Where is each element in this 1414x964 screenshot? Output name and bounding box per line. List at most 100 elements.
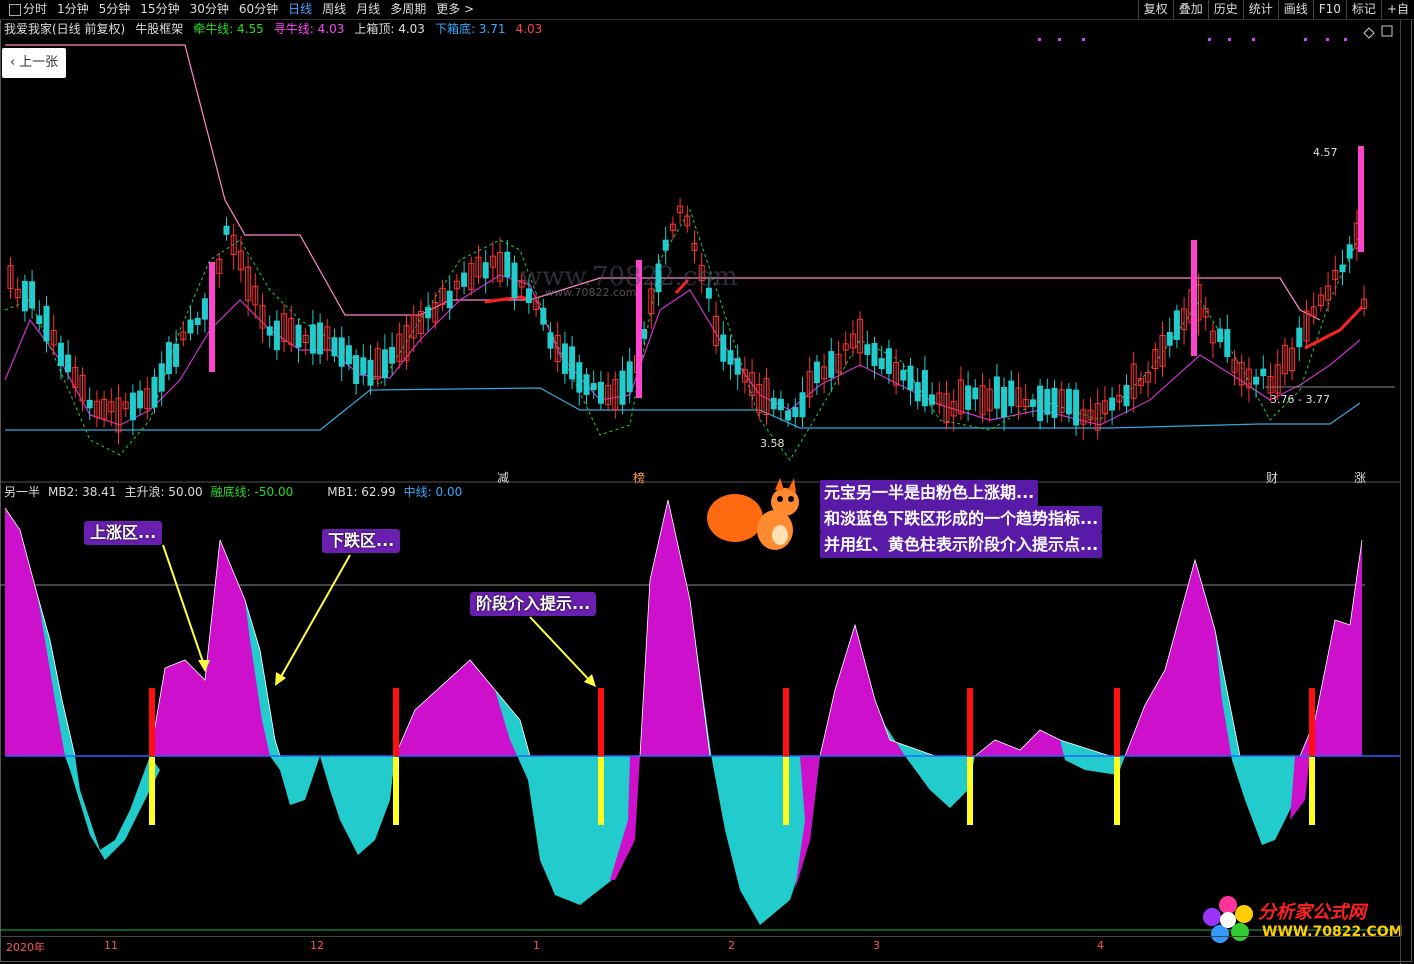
candle-body bbox=[619, 370, 626, 405]
candle-body bbox=[223, 225, 230, 235]
candle-body bbox=[907, 365, 914, 391]
entry-bar-yellow bbox=[967, 757, 973, 825]
candle-body bbox=[864, 344, 871, 355]
candle-body bbox=[1029, 399, 1036, 407]
description-line-2: 和淡蓝色下跌区形成的一个趋势指标... bbox=[820, 506, 1103, 532]
date-nov: 11 bbox=[104, 939, 118, 952]
date-jan: 1 bbox=[533, 939, 540, 952]
candle-body bbox=[425, 307, 432, 319]
candle-body bbox=[1173, 310, 1180, 340]
candle-body bbox=[785, 410, 792, 421]
candle-body bbox=[345, 345, 352, 365]
entry-bar-yellow bbox=[149, 757, 155, 825]
entry-bar-red bbox=[1114, 688, 1120, 756]
candle-body bbox=[569, 346, 576, 380]
candle-body bbox=[720, 334, 727, 362]
arrowhead-down bbox=[275, 672, 286, 686]
signal-dot bbox=[1058, 38, 1061, 41]
candle-body bbox=[993, 376, 1000, 409]
candle-body bbox=[504, 251, 511, 278]
oscillator-header: 另一半 MB2: 38.41 主升浪: 50.00 融底线: -50.00 MB… bbox=[4, 485, 462, 499]
candle-body bbox=[1339, 264, 1346, 273]
candle-body bbox=[1217, 328, 1224, 343]
candle-body bbox=[813, 361, 820, 384]
zhusheng-value: 主升浪: 50.00 bbox=[124, 485, 203, 499]
annotation-up-zone: 上涨区... bbox=[84, 521, 163, 545]
description-box: 元宝另一半是由粉色上涨期... 和淡蓝色下跌区形成的一个趋势指标... 并用红、… bbox=[820, 480, 1103, 558]
candle-body bbox=[1296, 327, 1303, 348]
settings-square-icon bbox=[1381, 25, 1393, 37]
entry-bar-red bbox=[393, 688, 399, 756]
candle-body bbox=[921, 370, 928, 407]
candle-body bbox=[446, 290, 453, 309]
candle-body bbox=[317, 322, 324, 355]
candle-body bbox=[482, 262, 489, 279]
candle-body bbox=[29, 281, 36, 309]
low-price-label: 3.58 bbox=[760, 437, 785, 450]
candle-body bbox=[158, 363, 165, 392]
date-mar: 3 bbox=[873, 939, 880, 952]
candle-body bbox=[929, 394, 936, 405]
entry-bar-red bbox=[1309, 688, 1315, 756]
candle-body bbox=[1260, 368, 1267, 377]
candle-body bbox=[583, 374, 590, 395]
highlight-candle bbox=[1191, 240, 1197, 356]
mb1-value: MB1: 62.99 bbox=[327, 485, 396, 499]
diamond-icon bbox=[1363, 27, 1375, 39]
candle-body bbox=[641, 329, 648, 339]
marker-jian[interactable]: 减 bbox=[497, 469, 509, 486]
arrow-down-zone bbox=[277, 554, 351, 683]
candle-body bbox=[871, 342, 878, 367]
candle-body bbox=[972, 387, 979, 400]
candle-body bbox=[734, 358, 741, 375]
range-price-label: 3.76 - 3.77 bbox=[1270, 393, 1330, 406]
candle-body bbox=[1346, 244, 1353, 259]
candle-body bbox=[360, 357, 367, 375]
date-dec: 12 bbox=[310, 939, 324, 952]
entry-bar-red bbox=[967, 688, 973, 756]
candle-body bbox=[1123, 384, 1130, 407]
entry-bar-yellow bbox=[1114, 757, 1120, 825]
candle-body bbox=[201, 298, 208, 320]
candle-body bbox=[828, 351, 835, 378]
candle-body bbox=[799, 392, 806, 418]
site-logo: 分析家公式网 WWW.70822.COM bbox=[1200, 892, 1403, 952]
candle-body bbox=[1051, 387, 1058, 418]
signal-dot bbox=[1252, 38, 1255, 41]
signal-dot bbox=[1038, 38, 1041, 41]
description-line-1: 元宝另一半是由粉色上涨期... bbox=[820, 480, 1039, 506]
candle-body bbox=[662, 239, 669, 251]
entry-bar-yellow bbox=[1309, 757, 1315, 825]
entry-bar-yellow bbox=[783, 757, 789, 825]
candle-body bbox=[1253, 376, 1260, 385]
candle-body bbox=[590, 383, 597, 391]
candle-body bbox=[1224, 329, 1231, 357]
candle-body bbox=[129, 392, 136, 421]
candle-body bbox=[36, 315, 43, 324]
candle-body bbox=[965, 385, 972, 410]
marker-cai[interactable]: 财 bbox=[1266, 469, 1278, 486]
candle-body bbox=[597, 381, 604, 404]
candle-body bbox=[1073, 389, 1080, 426]
candle-body bbox=[309, 324, 316, 354]
candle-body bbox=[1109, 397, 1116, 411]
candle-body bbox=[353, 355, 360, 385]
signal-dot bbox=[1304, 38, 1307, 41]
candle-body bbox=[173, 343, 180, 367]
date-feb: 2 bbox=[728, 939, 735, 952]
annotation-entry: 阶段介入提示... bbox=[470, 592, 597, 616]
candle-body bbox=[792, 407, 799, 417]
description-line-3: 并用红、黄色柱表示阶段介入提示点... bbox=[820, 532, 1103, 558]
oscillator-name[interactable]: 另一半 bbox=[4, 485, 40, 499]
candle-body bbox=[576, 362, 583, 393]
marker-zhang[interactable]: 涨 bbox=[1354, 469, 1366, 486]
candle-body bbox=[1044, 389, 1051, 415]
candle-body bbox=[21, 280, 28, 312]
candle-body bbox=[1037, 385, 1044, 422]
down-zone-area bbox=[320, 756, 395, 855]
logo-url: WWW.70822.COM bbox=[1262, 924, 1403, 940]
candle-body bbox=[194, 317, 201, 325]
candle-body bbox=[540, 307, 547, 325]
candle-body bbox=[331, 337, 338, 357]
marker-bang[interactable]: 榜 bbox=[633, 469, 645, 486]
